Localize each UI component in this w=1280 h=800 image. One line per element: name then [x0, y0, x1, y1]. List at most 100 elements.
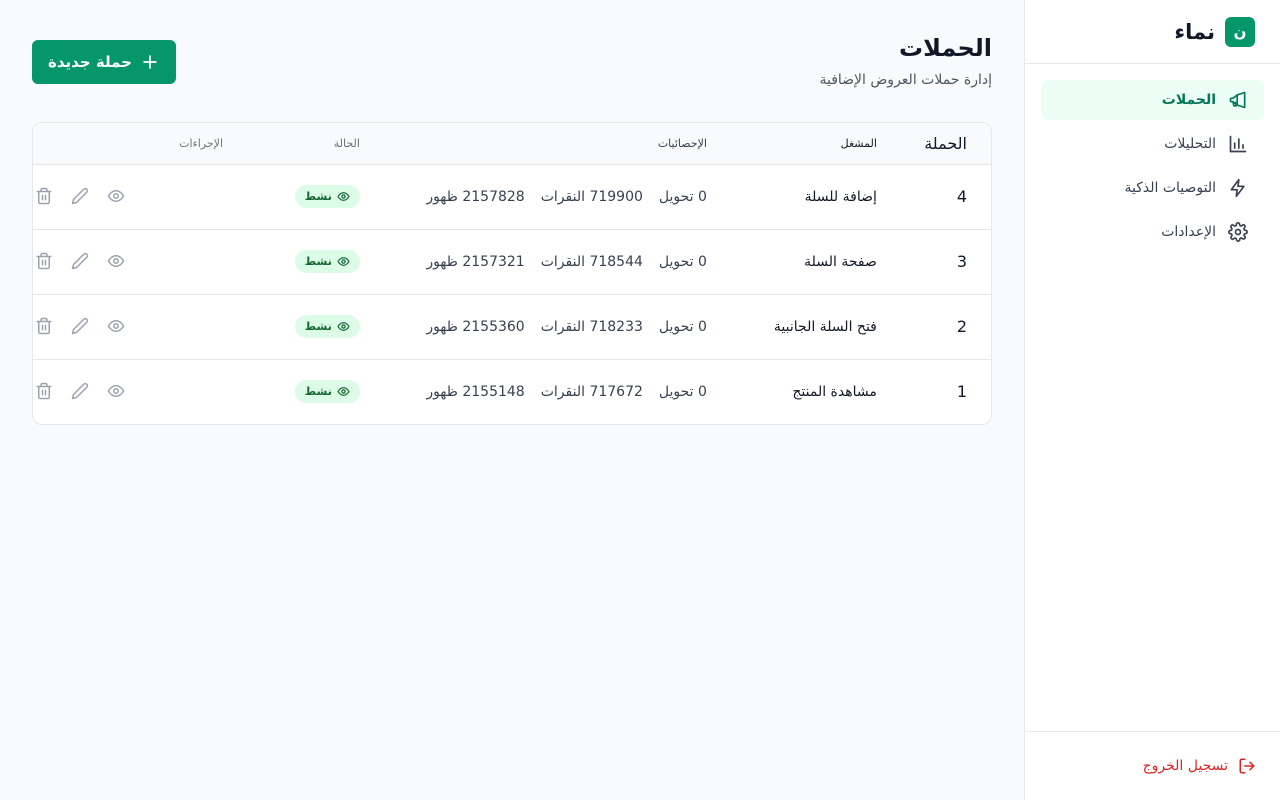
campaign-trigger: فتح السلة الجانبية: [730, 294, 901, 360]
delete-button[interactable]: [33, 252, 53, 272]
sidebar-item-settings[interactable]: الإعدادات: [1041, 212, 1264, 252]
brand-name: نماء: [1174, 19, 1215, 44]
delete-button[interactable]: [33, 317, 53, 337]
campaign-id: 4: [900, 164, 991, 230]
campaign-actions: [33, 164, 247, 230]
status-label: نشط: [304, 385, 332, 399]
sidebar-item-label: الإعدادات: [1161, 224, 1216, 240]
sidebar-nav: الحملات التحليلات التوصيات الذكية الإعدا…: [1025, 64, 1280, 272]
edit-button[interactable]: [69, 382, 89, 402]
pencil-icon: [71, 317, 89, 334]
column-header-trigger: المشغل: [730, 123, 901, 165]
pencil-icon: [71, 187, 89, 204]
table-row: 3 صفحة السلة 0 تحويل 718544 النقرات 2157…: [33, 229, 991, 295]
trash-icon: [36, 252, 52, 269]
page-header: الحملات إدارة حملات العروض الإضافية حملة…: [32, 32, 992, 88]
logout-label: تسجيل الخروج: [1142, 758, 1228, 774]
column-header-campaign: الحملة: [900, 123, 991, 165]
eye-icon: [337, 257, 350, 266]
page-title: الحملات: [899, 34, 992, 62]
edit-button[interactable]: [69, 252, 89, 272]
campaign-actions: [33, 359, 247, 424]
sidebar-item-label: الحملات: [1161, 92, 1216, 108]
logout-button[interactable]: تسجيل الخروج: [1143, 757, 1256, 775]
plus-icon: [143, 55, 157, 69]
campaign-trigger: مشاهدة المنتج: [792, 383, 877, 400]
campaign-trigger: إضافة للسلة: [730, 164, 901, 230]
pencil-icon: [71, 382, 89, 399]
table-row: 1 مشاهدة المنتج 0 تحويل 717672 النقرات 2…: [33, 359, 991, 424]
campaign-stats: 0 تحويل 719900 النقرات 2157828 ظهور: [383, 164, 731, 230]
new-campaign-label: حملة جديدة: [48, 53, 132, 71]
delete-button[interactable]: [33, 187, 53, 207]
new-campaign-button[interactable]: حملة جديدة: [32, 40, 176, 84]
delete-button[interactable]: [33, 382, 53, 402]
stat-views: 2157828 ظهور: [426, 188, 525, 205]
stat-conversions: 0 تحويل: [658, 253, 707, 270]
sidebar-item-label: التوصيات الذكية: [1124, 180, 1216, 196]
status-label: نشط: [304, 320, 332, 333]
column-header-status: الحالة: [247, 123, 384, 165]
sidebar-footer: تسجيل الخروج: [1025, 731, 1280, 800]
campaign-stats: 0 تحويل 718233 النقرات 2155360 ظهور: [383, 294, 731, 360]
sidebar-item-analytics[interactable]: التحليلات: [1041, 124, 1264, 164]
column-header-actions: الإجراءات: [33, 123, 247, 165]
sidebar: ن نماء الحملات التحليلات التوصيات الذكية…: [1024, 0, 1280, 800]
view-button[interactable]: [105, 252, 125, 272]
stat-conversions: 0 تحويل: [658, 318, 707, 335]
table-row: 4 إضافة للسلة 0 تحويل 719900 النقرات 215…: [33, 164, 991, 230]
view-button[interactable]: [105, 317, 125, 337]
sidebar-item-label: التحليلات: [1164, 136, 1216, 152]
edit-button[interactable]: [69, 317, 89, 337]
campaign-stats: 0 تحويل 717672 النقرات 2155148 ظهور: [384, 359, 731, 424]
page-heading: الحملات إدارة حملات العروض الإضافية: [819, 32, 992, 88]
stat-conversions: 0 تحويل: [658, 188, 707, 205]
campaign-actions: [33, 294, 247, 360]
status-label: نشط: [304, 255, 332, 268]
stat-conversions: 0 تحويل: [658, 383, 707, 400]
eye-icon: [107, 384, 125, 397]
table-row: 2 فتح السلة الجانبية 0 تحويل 718233 النق…: [33, 294, 991, 360]
stat-views: 2155148 ظهور: [426, 383, 525, 400]
status-badge[interactable]: نشط: [294, 185, 360, 208]
campaign-actions: [33, 229, 247, 295]
eye-icon: [107, 254, 125, 267]
campaign-status: نشط: [247, 294, 384, 360]
page-subtitle: إدارة حملات العروض الإضافية: [819, 72, 992, 88]
view-button[interactable]: [105, 382, 125, 402]
campaign-id: 2: [900, 294, 991, 360]
view-button[interactable]: [105, 187, 125, 207]
column-header-stats: الإحصائيات: [383, 123, 731, 165]
brand: ن نماء: [1025, 0, 1280, 64]
campaign-status: نشط: [247, 164, 384, 230]
campaign-status: نشط: [247, 229, 384, 295]
pencil-icon: [71, 252, 89, 269]
edit-button[interactable]: [69, 187, 89, 207]
eye-icon: [337, 387, 350, 397]
trash-icon: [36, 382, 52, 399]
bar-chart-icon: [1229, 135, 1247, 153]
main-content: الحملات إدارة حملات العروض الإضافية حملة…: [0, 0, 1024, 800]
brand-logo: ن: [1225, 16, 1255, 47]
campaigns-table: الحملة المشغل الإحصائيات الحالة الإجراءا…: [32, 122, 992, 425]
logout-icon: [1239, 758, 1255, 774]
megaphone-icon: [1229, 91, 1246, 109]
status-label: نشط: [304, 190, 332, 203]
status-badge[interactable]: نشط: [294, 380, 360, 404]
eye-icon: [337, 192, 350, 201]
status-badge[interactable]: نشط: [294, 315, 360, 338]
stat-views: 2155360 ظهور: [426, 318, 525, 335]
campaign-id: 1: [956, 382, 967, 402]
stat-clicks: 718544 النقرات: [540, 253, 643, 270]
eye-icon: [107, 189, 125, 202]
stat-views: 2157321 ظهور: [426, 253, 525, 270]
sidebar-item-smart-recommendations[interactable]: التوصيات الذكية: [1041, 168, 1264, 208]
table-header-row: الحملة المشغل الإحصائيات الحالة الإجراءا…: [33, 123, 991, 165]
trash-icon: [36, 317, 52, 334]
stat-clicks: 719900 النقرات: [540, 188, 643, 205]
campaign-stats: 0 تحويل 718544 النقرات 2157321 ظهور: [383, 229, 731, 295]
status-badge[interactable]: نشط: [294, 250, 360, 273]
sidebar-item-campaigns[interactable]: الحملات: [1041, 80, 1264, 120]
eye-icon: [107, 319, 125, 332]
campaign-trigger: صفحة السلة: [730, 229, 901, 295]
